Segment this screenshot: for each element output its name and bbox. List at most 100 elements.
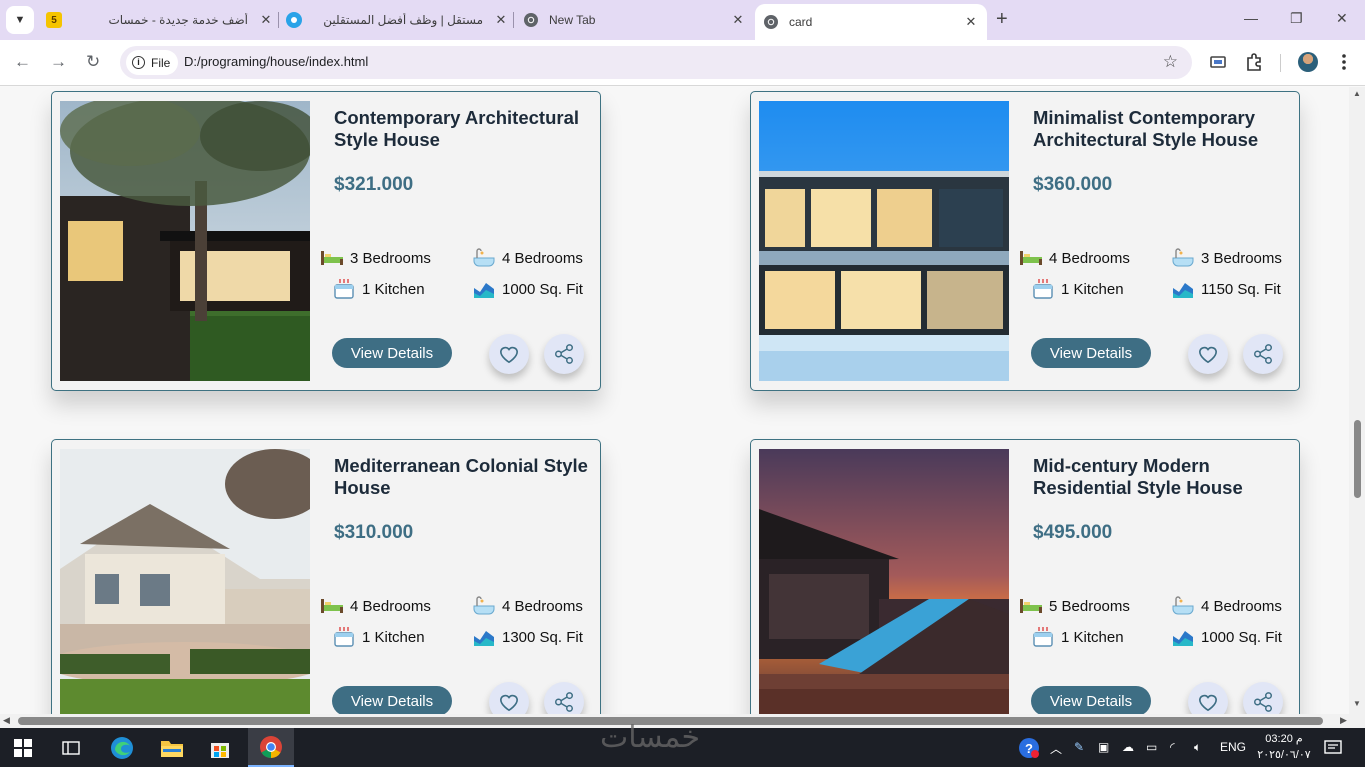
property-photo — [60, 101, 310, 381]
bookmark-star-icon[interactable]: ☆ — [1163, 52, 1178, 72]
onedrive-cloud-icon[interactable]: ☁ — [1122, 740, 1134, 754]
view-details-button[interactable]: View Details — [1031, 338, 1151, 368]
bed-icon — [1020, 599, 1042, 613]
favorite-button[interactable] — [489, 682, 529, 714]
site-info-chip[interactable]: i File — [126, 50, 178, 75]
microsoft-store-icon[interactable] — [208, 736, 232, 760]
area-feature: 1000 Sq. Fit — [472, 278, 583, 300]
property-price: $321.000 — [334, 174, 414, 195]
reload-icon[interactable]: ↻ — [86, 52, 100, 72]
chrome-taskbar-button[interactable] — [248, 728, 294, 767]
property-card: Mediterranean Colonial Style House $310.… — [51, 439, 601, 714]
tab-search-button[interactable]: ▼ — [6, 6, 34, 34]
help-icon[interactable]: ? — [1018, 737, 1040, 759]
area-feature: 1150 Sq. Fit — [1171, 278, 1281, 300]
vertical-scroll-thumb[interactable] — [1354, 420, 1361, 498]
area-chart-icon — [474, 283, 494, 298]
heart-icon — [1198, 346, 1218, 364]
view-details-button[interactable]: View Details — [332, 686, 452, 714]
property-photo — [60, 449, 310, 714]
tab-newtab[interactable]: New Tab ✕ — [523, 0, 748, 40]
share-button[interactable] — [544, 682, 584, 714]
bathrooms-feature: 4 Bedrooms — [1171, 595, 1282, 617]
tab-title: card — [789, 15, 813, 29]
url-text[interactable]: D:/programing/house/index.html — [184, 54, 368, 69]
tab-title: مستقل | وظف أفضل المستقلين — [323, 13, 483, 27]
property-card: Minimalist Contemporary Architectural St… — [750, 91, 1300, 391]
profile-avatar[interactable] — [1298, 52, 1318, 72]
language-indicator[interactable]: ENG — [1220, 740, 1246, 754]
restore-icon[interactable]: ❐ — [1290, 10, 1303, 27]
bedrooms-label: 4 Bedrooms — [1049, 249, 1130, 267]
property-price: $310.000 — [334, 522, 414, 543]
task-view-icon[interactable] — [62, 739, 80, 757]
property-title: Minimalist Contemporary Architectural St… — [1033, 107, 1259, 150]
screen-cast-icon[interactable] — [1208, 52, 1228, 72]
windows-start-icon[interactable] — [14, 739, 32, 757]
property-title: Mid-century Modern Residential Style Hou… — [1033, 455, 1243, 498]
bed-icon — [1020, 251, 1042, 265]
tab-separator — [513, 12, 514, 28]
extensions-puzzle-icon[interactable] — [1244, 52, 1264, 72]
share-icon — [1254, 344, 1272, 364]
chrome-icon — [260, 736, 282, 758]
bedrooms-feature: 3 Bedrooms — [320, 247, 431, 269]
scroll-down-arrow-icon[interactable]: ▼ — [1353, 699, 1361, 708]
clock-time: 03:20 م — [1265, 733, 1303, 745]
tab-khamsat[interactable]: 5 أضف خدمة جديدة - خمسات ✕ — [46, 0, 276, 40]
property-title: Mediterranean Colonial Style House — [334, 455, 588, 498]
bedrooms-feature: 4 Bedrooms — [1019, 247, 1130, 269]
tab-close-icon[interactable]: ✕ — [961, 14, 981, 30]
volume-icon[interactable]: 🔈︎ — [1194, 740, 1201, 755]
share-icon — [555, 344, 573, 364]
share-button[interactable] — [544, 334, 584, 374]
bedrooms-label: 4 Bedrooms — [350, 597, 431, 615]
edge-browser-icon[interactable] — [110, 736, 134, 760]
clock-date: ٢٠٢٥/٠٦/٠٧ — [1257, 749, 1311, 761]
vertical-scrollbar[interactable]: ▲ ▼ — [1349, 87, 1365, 714]
chevron-down-icon: ▼ — [14, 14, 26, 26]
property-price: $360.000 — [1033, 174, 1113, 195]
tab-close-icon[interactable]: ✕ — [491, 12, 511, 28]
forward-arrow-icon[interactable]: → — [50, 52, 67, 72]
info-icon: i — [132, 56, 145, 69]
scroll-up-arrow-icon[interactable]: ▲ — [1353, 89, 1361, 98]
property-photo — [759, 101, 1009, 381]
scroll-left-arrow-icon[interactable]: ◀ — [3, 715, 10, 726]
kitchen-label: 1 Kitchen — [1061, 280, 1124, 298]
back-arrow-icon[interactable]: ← — [14, 52, 31, 72]
favorite-button[interactable] — [1188, 682, 1228, 714]
scroll-right-arrow-icon[interactable]: ▶ — [1340, 715, 1347, 726]
minimize-icon[interactable]: — — [1244, 10, 1258, 26]
view-details-button[interactable]: View Details — [332, 338, 452, 368]
favorite-button[interactable] — [1188, 334, 1228, 374]
tab-close-icon[interactable]: ✕ — [728, 12, 748, 28]
kebab-menu-icon[interactable] — [1334, 52, 1354, 72]
meet-now-icon[interactable]: ▣ — [1098, 740, 1109, 754]
wifi-icon[interactable]: ◜ — [1170, 740, 1175, 754]
bathtub-icon — [1172, 248, 1194, 267]
area-feature: 1000 Sq. Fit — [1171, 626, 1282, 648]
kitchen-label: 1 Kitchen — [1061, 628, 1124, 646]
browser-toolbar: ← → ↻ i File D:/programing/house/index.h… — [0, 40, 1365, 86]
file-explorer-icon[interactable] — [160, 737, 184, 759]
tray-chevron-up-icon[interactable]: ︿ — [1050, 740, 1062, 757]
pen-feather-icon[interactable]: ✎ — [1074, 740, 1084, 754]
tab-close-icon[interactable]: ✕ — [256, 12, 276, 28]
address-bar[interactable]: i File D:/programing/house/index.html ☆ — [120, 46, 1192, 79]
bathrooms-feature: 3 Bedrooms — [1171, 247, 1282, 269]
view-details-button[interactable]: View Details — [1031, 686, 1151, 714]
chip-label: File — [151, 55, 171, 70]
favorite-button[interactable] — [489, 334, 529, 374]
new-tab-button[interactable]: + — [996, 8, 1008, 31]
taskbar-clock[interactable]: 03:20 م ٢٠٢٥/٠٦/٠٧ — [1256, 731, 1312, 763]
heart-icon — [499, 346, 519, 364]
window-close-icon[interactable]: ✕ — [1336, 10, 1348, 27]
tab-mostaql[interactable]: مستقل | وظف أفضل المستقلين ✕ — [286, 0, 511, 40]
share-button[interactable] — [1243, 334, 1283, 374]
share-button[interactable] — [1243, 682, 1283, 714]
area-label: 1150 Sq. Fit — [1201, 280, 1281, 298]
battery-icon[interactable]: ▭ — [1146, 740, 1157, 754]
notifications-icon[interactable] — [1324, 739, 1342, 757]
tab-card[interactable]: card ✕ — [755, 4, 987, 40]
